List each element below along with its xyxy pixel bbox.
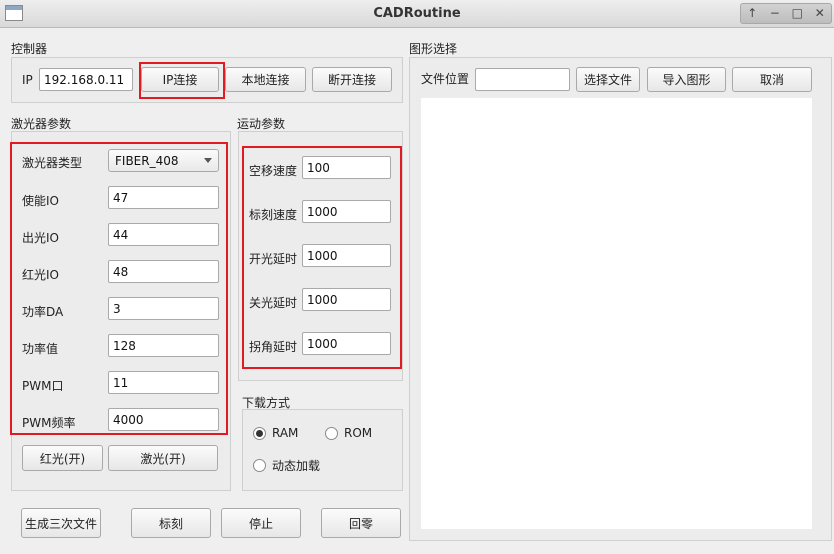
laser-on-delay-input[interactable]: 1000	[302, 244, 391, 267]
laser-type-select[interactable]: FIBER_408	[108, 149, 219, 172]
generate-file-button[interactable]: 生成三次文件	[21, 508, 101, 538]
mark-button[interactable]: 标刻	[131, 508, 211, 538]
laser-on-delay-label: 开光延时	[249, 252, 298, 266]
pwm-port-input[interactable]: 11	[108, 371, 219, 394]
power-da-label: 功率DA	[22, 305, 64, 319]
graphics-preview-canvas[interactable]	[421, 98, 812, 529]
radio-dynamic-load-circle[interactable]	[253, 459, 266, 472]
ip-label: IP	[22, 73, 33, 87]
graphics-section-title: 图形选择	[409, 42, 458, 56]
pwm-port-label: PWM口	[22, 379, 64, 393]
power-value-input[interactable]: 128	[108, 334, 219, 357]
home-button[interactable]: 回零	[321, 508, 401, 538]
ip-address-input[interactable]: 192.168.0.11	[39, 68, 133, 91]
laser-off-delay-input[interactable]: 1000	[302, 288, 391, 311]
radio-selected-dot	[256, 429, 263, 437]
controller-section-title: 控制器	[11, 42, 48, 56]
output-io-input[interactable]: 44	[108, 223, 219, 246]
corner-delay-input[interactable]: 1000	[302, 332, 391, 355]
keep-above-icon[interactable]: ↑	[742, 4, 762, 23]
maximize-icon[interactable]: □	[787, 4, 807, 23]
chevron-down-icon	[204, 158, 212, 163]
download-groupbox	[242, 409, 403, 491]
laser-type-label: 激光器类型	[22, 156, 83, 170]
enable-io-input[interactable]: 47	[108, 186, 219, 209]
red-light-toggle-button[interactable]: 红光(开)	[22, 445, 103, 471]
power-value-label: 功率值	[22, 342, 59, 356]
laser-section-title: 激光器参数	[11, 117, 72, 131]
file-location-label: 文件位置	[421, 72, 470, 86]
corner-delay-label: 拐角延时	[249, 340, 298, 354]
laser-off-delay-label: 关光延时	[249, 296, 298, 310]
minimize-icon[interactable]: −	[765, 4, 785, 23]
ip-connect-highlight	[139, 62, 225, 99]
motion-section-title: 运动参数	[237, 117, 286, 131]
red-light-io-input[interactable]: 48	[108, 260, 219, 283]
radio-rom[interactable]: ROM	[325, 426, 372, 440]
cancel-button[interactable]: 取消	[732, 67, 812, 92]
close-icon[interactable]: ✕	[810, 4, 830, 23]
import-graphics-button[interactable]: 导入图形	[647, 67, 726, 92]
power-da-input[interactable]: 3	[108, 297, 219, 320]
output-io-label: 出光IO	[22, 231, 59, 245]
enable-io-label: 使能IO	[22, 194, 59, 208]
radio-ram-label: RAM	[272, 426, 299, 440]
window-controls: ↑ − □ ✕	[740, 3, 832, 24]
laser-toggle-button[interactable]: 激光(开)	[108, 445, 218, 471]
jump-speed-label: 空移速度	[249, 164, 298, 178]
local-connect-button[interactable]: 本地连接	[225, 67, 306, 92]
radio-ram-circle[interactable]	[253, 426, 266, 440]
stop-button[interactable]: 停止	[221, 508, 301, 538]
mark-speed-input[interactable]: 1000	[302, 200, 391, 223]
file-location-input[interactable]	[475, 68, 570, 91]
radio-rom-label: ROM	[344, 426, 373, 440]
select-file-button[interactable]: 选择文件	[576, 67, 640, 92]
disconnect-button[interactable]: 断开连接	[312, 67, 392, 92]
pwm-frequency-label: PWM频率	[22, 416, 76, 430]
radio-dynamic-load[interactable]: 动态加载	[253, 457, 320, 474]
jump-speed-input[interactable]: 100	[302, 156, 391, 179]
radio-dynamic-load-label: 动态加载	[272, 459, 321, 473]
pwm-frequency-input[interactable]: 4000	[108, 408, 219, 431]
red-light-io-label: 红光IO	[22, 268, 59, 282]
mark-speed-label: 标刻速度	[249, 208, 298, 222]
window-title: CADRoutine	[373, 6, 461, 21]
radio-rom-circle[interactable]	[325, 426, 338, 440]
laser-type-value: FIBER_408	[115, 153, 179, 168]
radio-ram[interactable]: RAM	[253, 426, 298, 440]
